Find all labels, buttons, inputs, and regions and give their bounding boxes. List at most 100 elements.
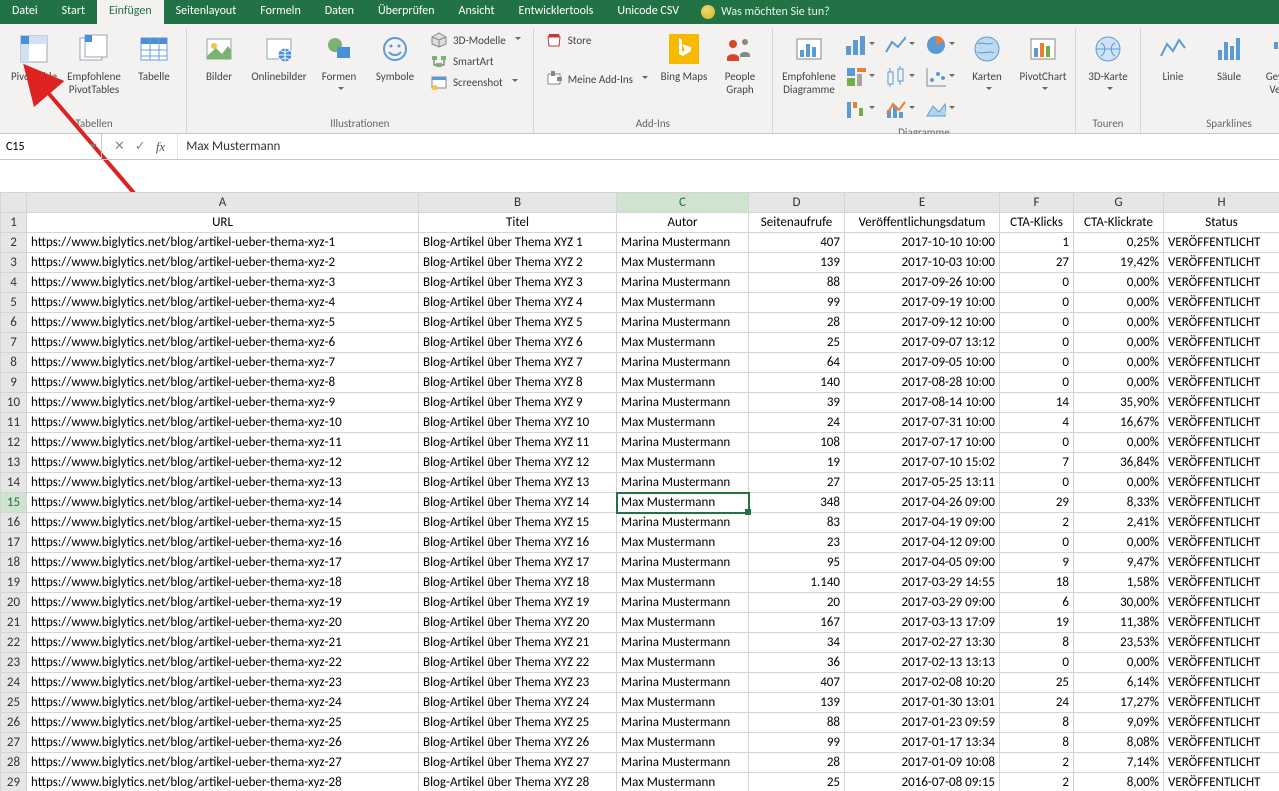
sparkline-line-button[interactable]: Linie	[1147, 30, 1199, 83]
cell[interactable]: 19,42%	[1074, 253, 1164, 273]
recommended-charts-button[interactable]: Empfohlene Diagramme	[779, 30, 839, 96]
cell[interactable]: 20	[749, 593, 845, 613]
cell[interactable]: VERÖFFENTLICHT	[1164, 293, 1279, 313]
cell[interactable]: VERÖFFENTLICHT	[1164, 233, 1279, 253]
cell[interactable]: 7,14%	[1074, 753, 1164, 773]
cell[interactable]: Max Mustermann	[617, 653, 749, 673]
cell[interactable]: 2017-03-29 09:00	[845, 593, 1000, 613]
header-cell[interactable]: CTA-Klickrate	[1074, 213, 1164, 233]
cell[interactable]: 39	[749, 393, 845, 413]
cell[interactable]: Blog-Artikel über Thema XYZ 22	[419, 653, 617, 673]
cell[interactable]: Blog-Artikel über Thema XYZ 19	[419, 593, 617, 613]
cell[interactable]: 0,00%	[1074, 293, 1164, 313]
cell[interactable]: VERÖFFENTLICHT	[1164, 433, 1279, 453]
header-cell[interactable]: Titel	[419, 213, 617, 233]
cell[interactable]: https://www.biglytics.net/blog/artikel-u…	[27, 273, 419, 293]
cell[interactable]: Blog-Artikel über Thema XYZ 16	[419, 533, 617, 553]
cell[interactable]: Blog-Artikel über Thema XYZ 21	[419, 633, 617, 653]
cell[interactable]: https://www.biglytics.net/blog/artikel-u…	[27, 433, 419, 453]
pivottable-button[interactable]: PivotTable	[8, 30, 60, 83]
cell[interactable]: 7	[1000, 453, 1074, 473]
row-header[interactable]: 26	[1, 713, 27, 733]
cell[interactable]: Blog-Artikel über Thema XYZ 10	[419, 413, 617, 433]
cell[interactable]: VERÖFFENTLICHT	[1164, 673, 1279, 693]
cell[interactable]: 2017-09-12 10:00	[845, 313, 1000, 333]
surface-chart-icon[interactable]	[925, 96, 955, 122]
tab-seitenlayout[interactable]: Seitenlayout	[164, 0, 249, 24]
row-header[interactable]: 7	[1, 333, 27, 353]
cell[interactable]: Blog-Artikel über Thema XYZ 14	[419, 493, 617, 513]
cell[interactable]: https://www.biglytics.net/blog/artikel-u…	[27, 713, 419, 733]
cell[interactable]: Max Mustermann	[617, 533, 749, 553]
cell[interactable]: https://www.biglytics.net/blog/artikel-u…	[27, 293, 419, 313]
cell[interactable]: 36	[749, 653, 845, 673]
cell[interactable]: Max Mustermann	[617, 613, 749, 633]
cell[interactable]: 139	[749, 253, 845, 273]
cell[interactable]: 36,84%	[1074, 453, 1164, 473]
tell-me[interactable]: Was möchten Sie tun?	[691, 0, 840, 24]
cell[interactable]: Blog-Artikel über Thema XYZ 13	[419, 473, 617, 493]
cell[interactable]: VERÖFFENTLICHT	[1164, 273, 1279, 293]
col-header-F[interactable]: F	[1000, 193, 1074, 213]
row-header[interactable]: 22	[1, 633, 27, 653]
cell[interactable]: https://www.biglytics.net/blog/artikel-u…	[27, 493, 419, 513]
cell[interactable]: 25	[749, 773, 845, 791]
cell[interactable]: VERÖFFENTLICHT	[1164, 553, 1279, 573]
chevron-down-icon[interactable]	[89, 143, 97, 151]
cell[interactable]: Blog-Artikel über Thema XYZ 23	[419, 673, 617, 693]
cell[interactable]: 27	[749, 473, 845, 493]
cell[interactable]: VERÖFFENTLICHT	[1164, 453, 1279, 473]
cell[interactable]: 16,67%	[1074, 413, 1164, 433]
cell[interactable]: 0	[1000, 293, 1074, 313]
cell[interactable]: VERÖFFENTLICHT	[1164, 593, 1279, 613]
cell[interactable]: 167	[749, 613, 845, 633]
row-header[interactable]: 9	[1, 373, 27, 393]
sparkline-column-button[interactable]: Säule	[1203, 30, 1255, 83]
select-all-corner[interactable]	[1, 193, 27, 213]
screenshot-button[interactable]: Screenshot	[425, 72, 527, 92]
cell[interactable]: 348	[749, 493, 845, 513]
cell[interactable]: VERÖFFENTLICHT	[1164, 373, 1279, 393]
cell[interactable]: VERÖFFENTLICHT	[1164, 693, 1279, 713]
cell[interactable]: Blog-Artikel über Thema XYZ 1	[419, 233, 617, 253]
col-header-A[interactable]: A	[27, 193, 419, 213]
cell[interactable]: https://www.biglytics.net/blog/artikel-u…	[27, 373, 419, 393]
cell[interactable]: 25	[749, 333, 845, 353]
tab-ansicht[interactable]: Ansicht	[447, 0, 507, 24]
combo-chart-icon[interactable]	[885, 96, 915, 122]
row-header[interactable]: 23	[1, 653, 27, 673]
cell[interactable]: 83	[749, 513, 845, 533]
cell[interactable]: 64	[749, 353, 845, 373]
cell[interactable]: 1	[1000, 233, 1074, 253]
cell[interactable]: VERÖFFENTLICHT	[1164, 493, 1279, 513]
cell[interactable]: 0	[1000, 333, 1074, 353]
cell[interactable]: Marina Mustermann	[617, 393, 749, 413]
cell[interactable]: Marina Mustermann	[617, 353, 749, 373]
fx-icon[interactable]: fx	[156, 139, 165, 155]
cell[interactable]: Blog-Artikel über Thema XYZ 12	[419, 453, 617, 473]
cell[interactable]: https://www.biglytics.net/blog/artikel-u…	[27, 613, 419, 633]
smartart-button[interactable]: SmartArt	[425, 51, 527, 71]
cell[interactable]: Blog-Artikel über Thema XYZ 25	[419, 713, 617, 733]
pie-chart-icon[interactable]	[925, 32, 955, 58]
formula-input[interactable]	[178, 134, 1279, 159]
cell[interactable]: 2017-07-10 15:02	[845, 453, 1000, 473]
cell[interactable]: 25	[1000, 673, 1074, 693]
row-header[interactable]: 2	[1, 233, 27, 253]
cell[interactable]: 2017-02-08 10:20	[845, 673, 1000, 693]
cell[interactable]: 28	[749, 753, 845, 773]
cell[interactable]: https://www.biglytics.net/blog/artikel-u…	[27, 513, 419, 533]
cell[interactable]: 9,47%	[1074, 553, 1164, 573]
cell[interactable]: VERÖFFENTLICHT	[1164, 653, 1279, 673]
people-graph-button[interactable]: People Graph	[714, 30, 766, 96]
cell[interactable]: 4	[1000, 413, 1074, 433]
cell[interactable]: 2017-02-27 13:30	[845, 633, 1000, 653]
online-pictures-button[interactable]: Onlinebilder	[249, 30, 309, 83]
cell[interactable]: 19	[1000, 613, 1074, 633]
cell[interactable]: VERÖFFENTLICHT	[1164, 733, 1279, 753]
cell[interactable]: Blog-Artikel über Thema XYZ 6	[419, 333, 617, 353]
cell[interactable]: 2017-04-12 09:00	[845, 533, 1000, 553]
cell[interactable]: 2017-05-25 13:11	[845, 473, 1000, 493]
cell[interactable]: Marina Mustermann	[617, 673, 749, 693]
cell[interactable]: 2017-09-19 10:00	[845, 293, 1000, 313]
